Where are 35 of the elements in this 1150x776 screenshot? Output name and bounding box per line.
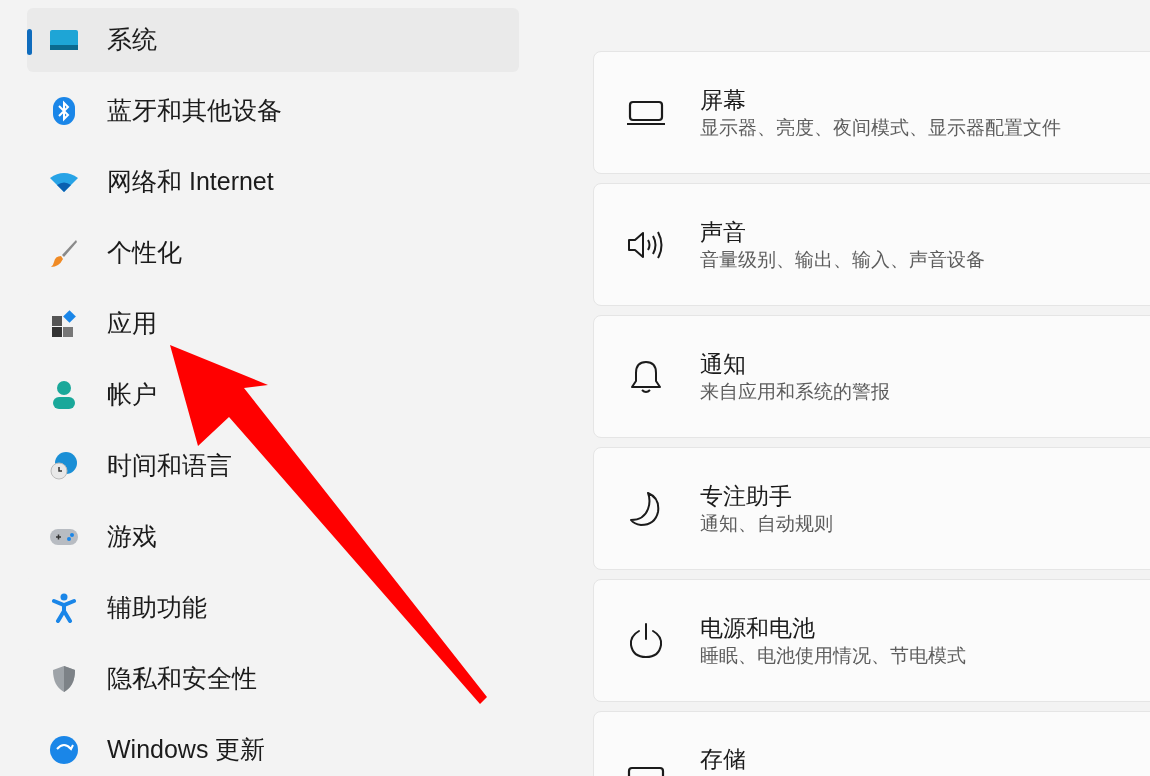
sidebar-item[interactable]: 系统 <box>27 8 519 72</box>
bell-icon <box>628 358 664 395</box>
apps-icon <box>50 310 78 338</box>
card-title: 电源和电池 <box>700 613 816 643</box>
paintbrush-icon <box>49 238 79 268</box>
settings-card[interactable]: 屏幕 显示器、亮度、夜间模式、显示器配置文件 <box>593 51 1150 174</box>
card-title: 专注助手 <box>700 481 793 511</box>
settings-card[interactable]: 存储 <box>593 711 1150 776</box>
person-icon <box>51 380 77 410</box>
speaker-icon <box>627 229 665 260</box>
wifi-icon <box>49 171 79 193</box>
storage-icon <box>627 766 665 776</box>
bluetooth-icon <box>52 96 76 126</box>
laptop-icon <box>627 99 665 126</box>
card-title: 存储 <box>700 745 746 774</box>
card-subtitle: 通知、自动规则 <box>700 511 833 536</box>
shield-icon <box>51 664 77 694</box>
monitor-icon <box>49 27 79 53</box>
settings-card[interactable]: 电源和电池 睡眠、电池使用情况、节电模式 <box>593 579 1150 702</box>
card-title: 通知 <box>700 349 747 379</box>
selection-indicator <box>27 29 32 55</box>
update-icon <box>49 735 79 765</box>
card-title: 屏幕 <box>700 85 747 115</box>
card-subtitle: 来自应用和系统的警报 <box>700 379 890 404</box>
settings-card[interactable]: 声音 音量级别、输出、输入、声音设备 <box>593 183 1150 306</box>
globe-clock-icon <box>49 451 79 481</box>
card-title: 声音 <box>700 217 747 247</box>
gamepad-icon <box>49 526 79 548</box>
power-icon <box>628 621 664 660</box>
accessibility-icon <box>51 593 77 623</box>
card-subtitle: 音量级别、输出、输入、声音设备 <box>700 247 985 272</box>
card-subtitle: 显示器、亮度、夜间模式、显示器配置文件 <box>700 115 1061 140</box>
settings-card[interactable]: 通知 来自应用和系统的警报 <box>593 315 1150 438</box>
card-subtitle: 睡眠、电池使用情况、节电模式 <box>700 643 966 668</box>
settings-card[interactable]: 专注助手 通知、自动规则 <box>593 447 1150 570</box>
